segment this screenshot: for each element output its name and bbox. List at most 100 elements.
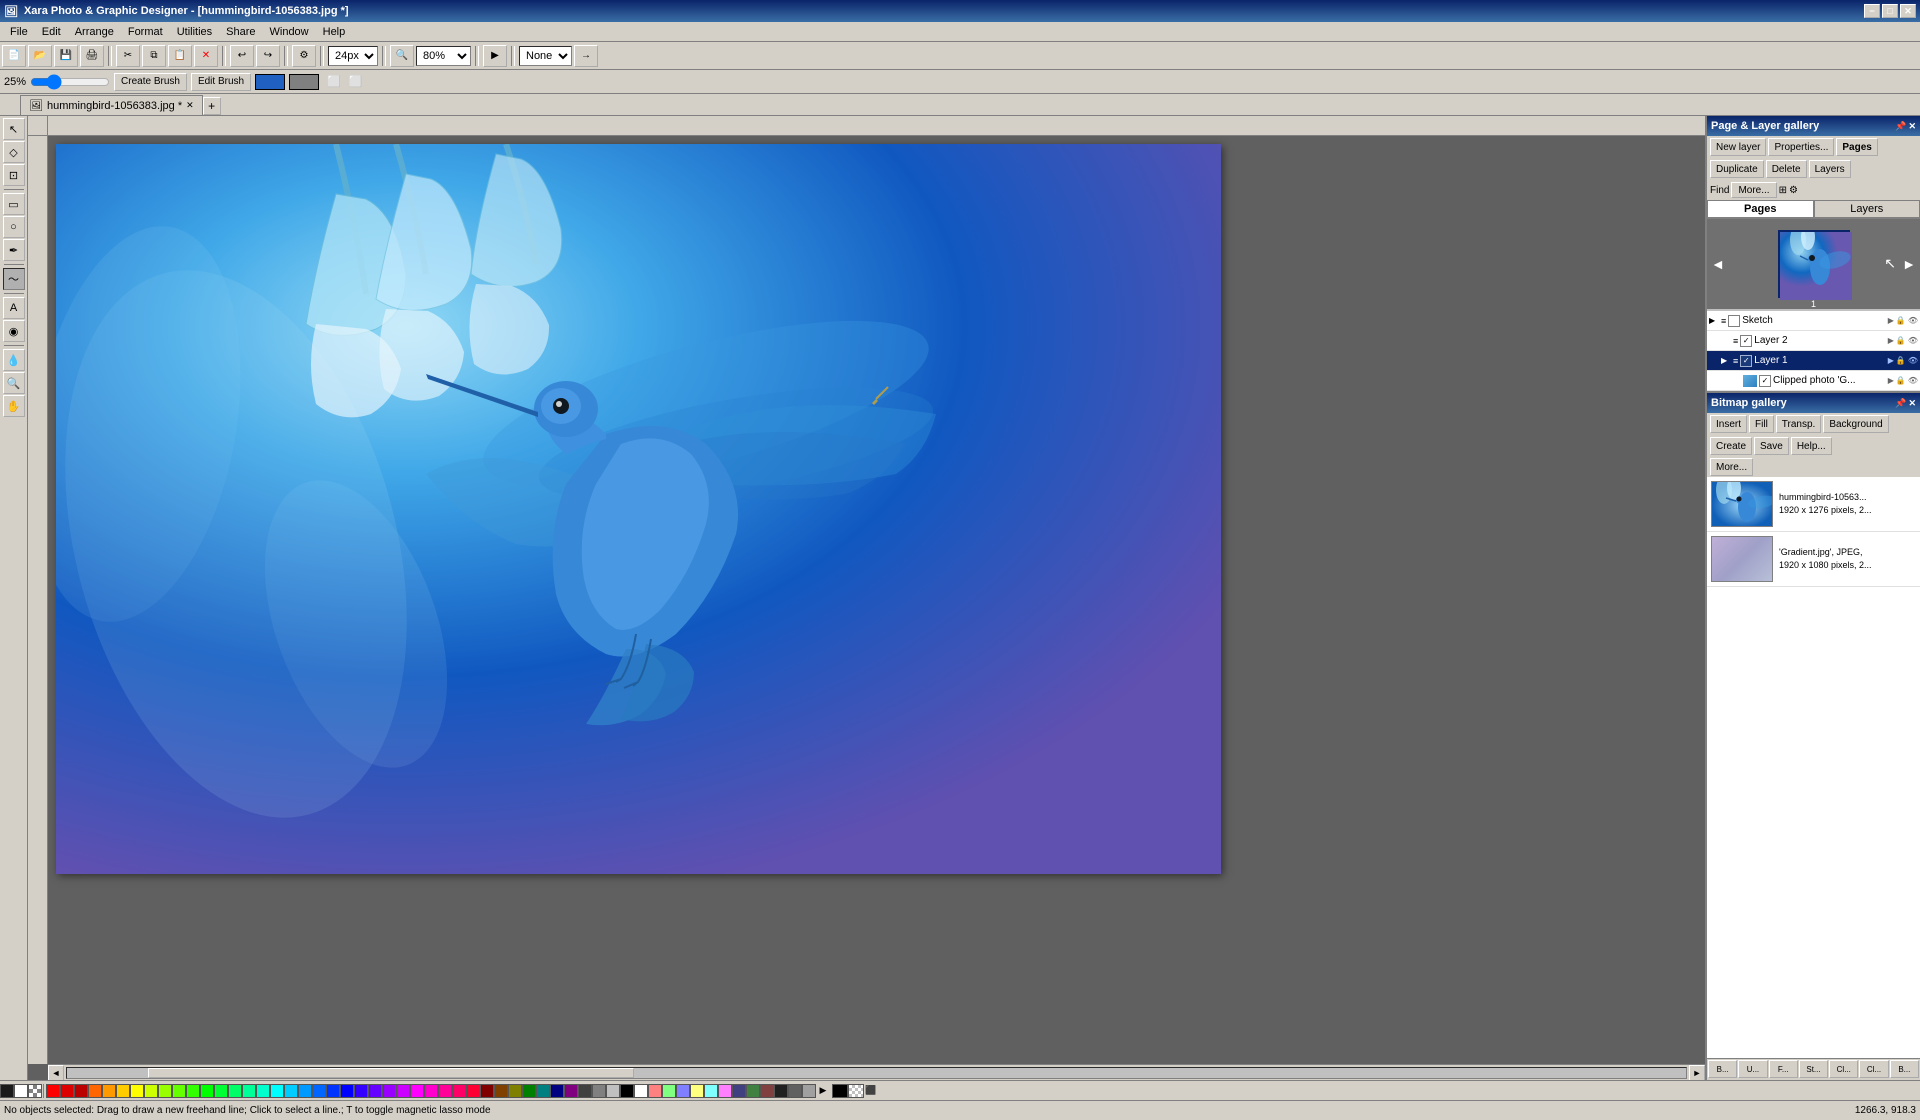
color-yellow-light[interactable] bbox=[690, 1084, 704, 1098]
close-button[interactable]: ✕ bbox=[1900, 4, 1916, 18]
tab-close-button[interactable]: ✕ bbox=[186, 100, 194, 111]
duplicate-button[interactable]: Duplicate bbox=[1710, 160, 1764, 178]
bg-pin-icon[interactable]: 📌 bbox=[1895, 398, 1906, 409]
color-purple1[interactable] bbox=[396, 1084, 410, 1098]
color-white2[interactable] bbox=[634, 1084, 648, 1098]
eyedrop-tool[interactable]: 💧 bbox=[3, 349, 25, 371]
brush-color-swatch1[interactable] bbox=[255, 74, 285, 90]
new-button[interactable]: 📄 bbox=[2, 45, 26, 67]
pages-tab[interactable]: Pages bbox=[1707, 200, 1814, 218]
redo-button[interactable]: ↪ bbox=[256, 45, 280, 67]
color-lightgray[interactable] bbox=[606, 1084, 620, 1098]
menu-help[interactable]: Help bbox=[317, 24, 352, 40]
color-darkteal[interactable] bbox=[536, 1084, 550, 1098]
canvas-background[interactable] bbox=[48, 136, 1705, 1064]
clipped-action1[interactable]: ▶ bbox=[1888, 376, 1894, 385]
plg-fill-icon[interactable]: ⊞ bbox=[1779, 185, 1787, 196]
print-button[interactable]: 🖨 bbox=[80, 45, 104, 67]
zoom-in-button[interactable]: 🔍 bbox=[390, 45, 414, 67]
clipped-action2[interactable]: 🔒 bbox=[1896, 376, 1906, 385]
paste-button[interactable]: 📋 bbox=[168, 45, 192, 67]
canvas-area[interactable]: // Ruler ticks will be drawn by JS below bbox=[28, 116, 1705, 1080]
color-green3[interactable] bbox=[186, 1084, 200, 1098]
color-black[interactable] bbox=[620, 1084, 634, 1098]
hscroll-right-button[interactable]: ► bbox=[1689, 1065, 1705, 1081]
color-gray160[interactable] bbox=[802, 1084, 816, 1098]
color-pink2[interactable] bbox=[438, 1084, 452, 1098]
color-red1[interactable] bbox=[46, 1084, 60, 1098]
color-violet2[interactable] bbox=[368, 1084, 382, 1098]
freehand-tool[interactable]: 〜 bbox=[3, 268, 25, 290]
prev-page-button[interactable]: ◄ bbox=[1711, 256, 1725, 272]
color-green2[interactable] bbox=[172, 1084, 186, 1098]
menu-edit[interactable]: Edit bbox=[36, 24, 67, 40]
layer-row-sketch[interactable]: ▶ ≡ Sketch ▶ 🔒 👁 bbox=[1707, 311, 1920, 331]
preferences-button[interactable]: ⚙ bbox=[292, 45, 316, 67]
rb-tab-f[interactable]: F... bbox=[1769, 1060, 1798, 1078]
layer1-expand-icon[interactable]: ▶ bbox=[1721, 356, 1731, 365]
new-layer-button[interactable]: New layer bbox=[1710, 138, 1766, 156]
copy-button[interactable]: ⧉ bbox=[142, 45, 166, 67]
color-purple2[interactable] bbox=[410, 1084, 424, 1098]
color-darkgray[interactable] bbox=[578, 1084, 592, 1098]
node-tool[interactable]: ◇ bbox=[3, 141, 25, 163]
palette-arrow-end[interactable]: ⬛ bbox=[864, 1084, 878, 1098]
rb-tab-cl1[interactable]: Cl... bbox=[1829, 1060, 1858, 1078]
color-blue2[interactable] bbox=[312, 1084, 326, 1098]
create-button[interactable]: Create bbox=[1710, 437, 1752, 455]
color-pink1[interactable] bbox=[424, 1084, 438, 1098]
menu-format[interactable]: Format bbox=[122, 24, 169, 40]
transp-button[interactable]: Transp. bbox=[1776, 415, 1822, 433]
clipped-visibility[interactable]: ✓ bbox=[1759, 375, 1771, 387]
brush-color-swatch2[interactable] bbox=[289, 74, 319, 90]
color-darkblue[interactable] bbox=[550, 1084, 564, 1098]
page-1-thumbnail[interactable]: 1 bbox=[1778, 230, 1850, 298]
color-green-light[interactable] bbox=[662, 1084, 676, 1098]
color-blue3[interactable] bbox=[326, 1084, 340, 1098]
brush-size-slider[interactable] bbox=[30, 74, 110, 90]
next-page-button[interactable]: ► bbox=[1902, 256, 1916, 272]
layer-row-1[interactable]: ▶ ≡ ✓ Layer 1 ▶ 🔒 👁 bbox=[1707, 351, 1920, 371]
white-swatch[interactable] bbox=[14, 1084, 28, 1098]
ellipse-tool[interactable]: ○ bbox=[3, 216, 25, 238]
layer-row-clipped[interactable]: ✓ Clipped photo 'G... ▶ 🔒 👁 bbox=[1707, 371, 1920, 391]
rb-tab-b2[interactable]: B... bbox=[1890, 1060, 1919, 1078]
horizontal-scrollbar[interactable]: ◄ ► bbox=[48, 1064, 1705, 1080]
sketch-visibility[interactable] bbox=[1728, 315, 1740, 327]
layer1-action1[interactable]: ▶ bbox=[1888, 356, 1894, 365]
help-button[interactable]: Help... bbox=[1791, 437, 1832, 455]
rb-tab-b[interactable]: B... bbox=[1708, 1060, 1737, 1078]
color-green5[interactable] bbox=[214, 1084, 228, 1098]
color-yellow2[interactable] bbox=[130, 1084, 144, 1098]
color-blue-light[interactable] bbox=[676, 1084, 690, 1098]
delete-button[interactable]: Delete bbox=[1766, 160, 1807, 178]
sketch-action3[interactable]: 👁 bbox=[1908, 316, 1918, 325]
color-darkred[interactable] bbox=[480, 1084, 494, 1098]
layer1-visibility[interactable]: ✓ bbox=[1740, 355, 1752, 367]
properties-button[interactable]: Properties... bbox=[1768, 138, 1834, 156]
text-tool[interactable]: A bbox=[3, 297, 25, 319]
selector-tool[interactable]: ↖ bbox=[3, 118, 25, 140]
push-tool[interactable]: ✋ bbox=[3, 395, 25, 417]
color-teal1[interactable] bbox=[228, 1084, 242, 1098]
color-red2[interactable] bbox=[60, 1084, 74, 1098]
layer-row-2[interactable]: ≡ ✓ Layer 2 ▶ 🔒 👁 bbox=[1707, 331, 1920, 351]
color-blue1[interactable] bbox=[298, 1084, 312, 1098]
bg-close-icon[interactable]: ✕ bbox=[1908, 398, 1916, 409]
active-tab[interactable]: 🖼 hummingbird-1056383.jpg * ✕ bbox=[20, 95, 203, 115]
view-go-button[interactable]: → bbox=[574, 45, 598, 67]
menu-arrange[interactable]: Arrange bbox=[69, 24, 120, 40]
color-green1[interactable] bbox=[158, 1084, 172, 1098]
color-pink-light[interactable] bbox=[648, 1084, 662, 1098]
color-forestgreen[interactable] bbox=[746, 1084, 760, 1098]
nudge-size-select[interactable]: 24px 12px 6px bbox=[328, 46, 378, 66]
color-green4[interactable] bbox=[200, 1084, 214, 1098]
fill-button[interactable]: Fill bbox=[1749, 415, 1774, 433]
menu-window[interactable]: Window bbox=[264, 24, 315, 40]
title-bar-buttons[interactable]: − □ ✕ bbox=[1864, 4, 1916, 18]
bg-more-button[interactable]: More... bbox=[1710, 458, 1753, 476]
hscroll-left-button[interactable]: ◄ bbox=[48, 1065, 64, 1081]
color-violet1[interactable] bbox=[354, 1084, 368, 1098]
layer2-action2[interactable]: 🔒 bbox=[1896, 336, 1906, 345]
sketch-action2[interactable]: 🔒 bbox=[1896, 316, 1906, 325]
